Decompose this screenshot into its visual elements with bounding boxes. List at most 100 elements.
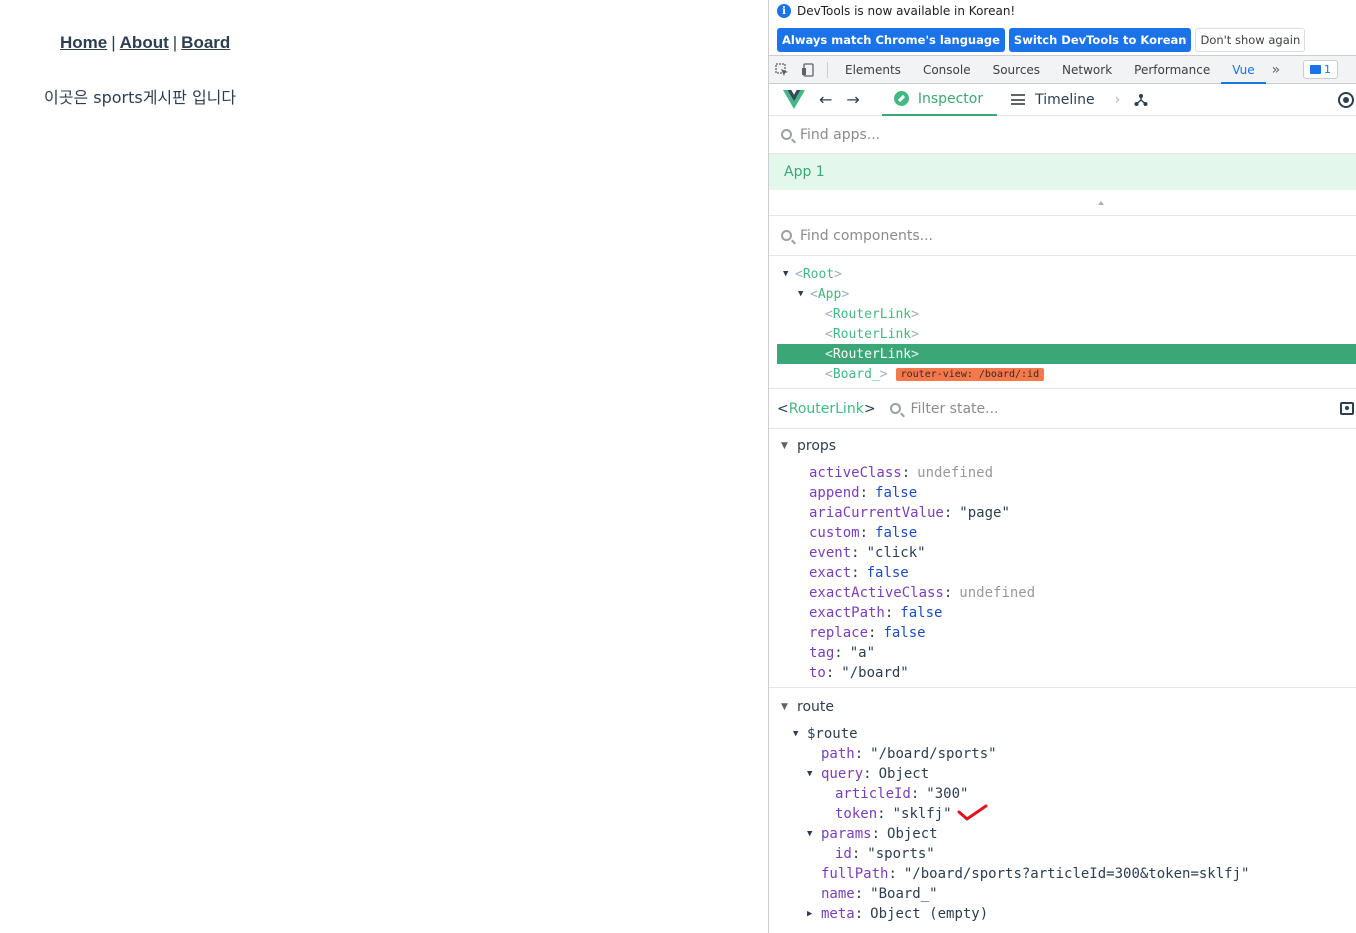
tree-node[interactable]: < RouterLink > xyxy=(769,324,1356,344)
state-value: undefined xyxy=(917,465,994,481)
state-row[interactable]: ▼ $route xyxy=(769,724,1356,744)
tab-network[interactable]: Network xyxy=(1051,56,1123,84)
state-key: event xyxy=(809,545,852,561)
state-key: tag xyxy=(809,645,835,661)
caret-down-icon[interactable]: ▼ xyxy=(793,729,807,739)
timeline-icon xyxy=(1011,94,1026,105)
find-components-placeholder: Find components... xyxy=(800,227,933,244)
state-header: <RouterLink> Filter state... xyxy=(769,389,1356,429)
select-component-icon[interactable] xyxy=(1338,92,1354,108)
toolbar-divider xyxy=(827,61,828,78)
find-apps-field[interactable]: Find apps... xyxy=(769,116,1356,154)
state-value: Object (empty) xyxy=(870,906,989,922)
tree-node[interactable]: ▼ < App > xyxy=(769,284,1356,304)
tree-node[interactable]: < RouterLink > xyxy=(769,304,1356,324)
props-section-toggle[interactable]: ▼ props xyxy=(769,429,1356,463)
search-icon xyxy=(889,403,901,414)
state-value: false xyxy=(883,625,926,641)
route-list: ▼ $route path: "/board/sports" ▼ query: Object… xyxy=(769,724,1356,928)
forward-arrow-icon[interactable]: → xyxy=(846,90,859,109)
vue-toolbar: ← → Inspector Timeline › xyxy=(769,84,1356,116)
tree-node-label: App xyxy=(817,286,842,302)
state-value: "sklfj" xyxy=(892,806,952,822)
find-components-field[interactable]: Find components... xyxy=(769,216,1356,256)
caret-down-icon[interactable]: ▼ xyxy=(798,289,810,299)
nav-separator: | xyxy=(111,33,116,52)
tab-sources[interactable]: Sources xyxy=(982,56,1051,84)
more-tabs-icon[interactable]: » xyxy=(1266,62,1287,78)
state-value: "a" xyxy=(849,645,876,661)
state-row: exactActiveClass: undefined xyxy=(809,585,1036,601)
search-icon xyxy=(781,230,792,241)
device-toolbar-icon[interactable] xyxy=(795,56,821,84)
state-row[interactable]: ▶ meta: Object (empty) xyxy=(769,904,1356,924)
filter-state-field[interactable]: Filter state... xyxy=(882,400,999,417)
match-language-button[interactable]: Always match Chrome's language xyxy=(777,28,1005,52)
state-row: id: "sports" xyxy=(835,846,935,862)
caret-down-icon[interactable]: ▼ xyxy=(783,269,795,279)
state-key: append xyxy=(809,485,860,501)
state-key: query xyxy=(821,766,864,782)
caret-down-icon[interactable]: ▼ xyxy=(807,829,821,839)
dont-show-again-button[interactable]: Don't show again xyxy=(1195,28,1306,52)
tree-node[interactable]: ▼ < Root > xyxy=(769,264,1356,284)
tab-timeline[interactable]: Timeline xyxy=(1011,92,1095,108)
devtools-menu-icon[interactable]: ⋮ xyxy=(1352,62,1356,76)
state-row: exact: false xyxy=(809,565,909,581)
back-arrow-icon[interactable]: ← xyxy=(819,90,832,109)
vue-logo-icon xyxy=(783,89,805,109)
tree-node[interactable]: < RouterLink > xyxy=(777,344,1356,364)
tab-performance[interactable]: Performance xyxy=(1123,56,1221,84)
router-view-badge: router-view: /board/:id xyxy=(895,367,1045,381)
state-value: "/board/sports" xyxy=(870,746,997,762)
tab-console[interactable]: Console xyxy=(912,56,982,84)
nav-link-home[interactable]: Home xyxy=(60,33,107,52)
route-section-toggle[interactable]: ▼ route xyxy=(769,690,1356,724)
issues-badge[interactable]: 1 xyxy=(1303,60,1338,79)
state-row: ariaCurrentValue: "page" xyxy=(809,505,1010,521)
state-value: false xyxy=(900,605,943,621)
state-key: custom xyxy=(809,525,860,541)
inspector-label: Inspector xyxy=(917,90,984,107)
state-key: to xyxy=(809,665,826,681)
state-value: false xyxy=(866,565,909,581)
state-value: "page" xyxy=(959,505,1010,521)
inspect-dom-icon[interactable] xyxy=(1340,402,1354,415)
tab-elements[interactable]: Elements xyxy=(834,56,912,84)
devtools-tabbar: Elements Console Sources Network Perform… xyxy=(769,56,1356,84)
state-row: to: "/board" xyxy=(809,665,909,681)
state-row: activeClass: undefined xyxy=(809,465,994,481)
pane-splitter[interactable] xyxy=(769,190,1356,216)
filter-state-placeholder: Filter state... xyxy=(910,400,999,417)
nav-link-board[interactable]: Board xyxy=(181,33,230,52)
route-title: route xyxy=(797,699,834,715)
info-icon: i xyxy=(777,4,791,18)
state-row[interactable]: ▼ params: Object xyxy=(769,824,1356,844)
inspect-element-icon[interactable] xyxy=(769,56,795,84)
state-value: false xyxy=(875,525,918,541)
caret-down-icon[interactable]: ▼ xyxy=(807,769,821,779)
state-value: "sports" xyxy=(867,846,935,862)
tab-vue[interactable]: Vue xyxy=(1221,56,1266,84)
devtools-panel: i DevTools is now available in Korean! A… xyxy=(768,0,1356,933)
state-row[interactable]: ▼ query: Object xyxy=(769,764,1356,784)
state-key: params xyxy=(821,826,872,842)
caret-right-icon[interactable]: ▶ xyxy=(807,909,821,919)
tab-inspector[interactable]: Inspector xyxy=(881,84,998,116)
nav-link-about[interactable]: About xyxy=(120,33,169,52)
top-nav: Home | About | Board xyxy=(60,33,230,53)
route-section: ▼ route ▼ $route path: "/board/sports" ▼ quer… xyxy=(769,690,1356,928)
tree-node-label: RouterLink xyxy=(832,326,912,342)
timeline-label: Timeline xyxy=(1035,91,1095,108)
tree-node-label: Board_ xyxy=(832,366,880,382)
app-list-item[interactable]: App 1 xyxy=(769,154,1356,190)
component-tree-icon[interactable] xyxy=(1134,93,1148,107)
state-value: undefined xyxy=(959,585,1036,601)
state-key: replace xyxy=(809,625,869,641)
state-key: token xyxy=(835,806,878,822)
switch-korean-button[interactable]: Switch DevTools to Korean xyxy=(1008,28,1192,52)
tree-node-label: RouterLink xyxy=(832,306,912,322)
tree-node[interactable]: < Board_ > router-view: /board/:id xyxy=(769,364,1356,384)
chevron-right-icon: › xyxy=(1114,91,1121,108)
state-row: custom: false xyxy=(809,525,918,541)
